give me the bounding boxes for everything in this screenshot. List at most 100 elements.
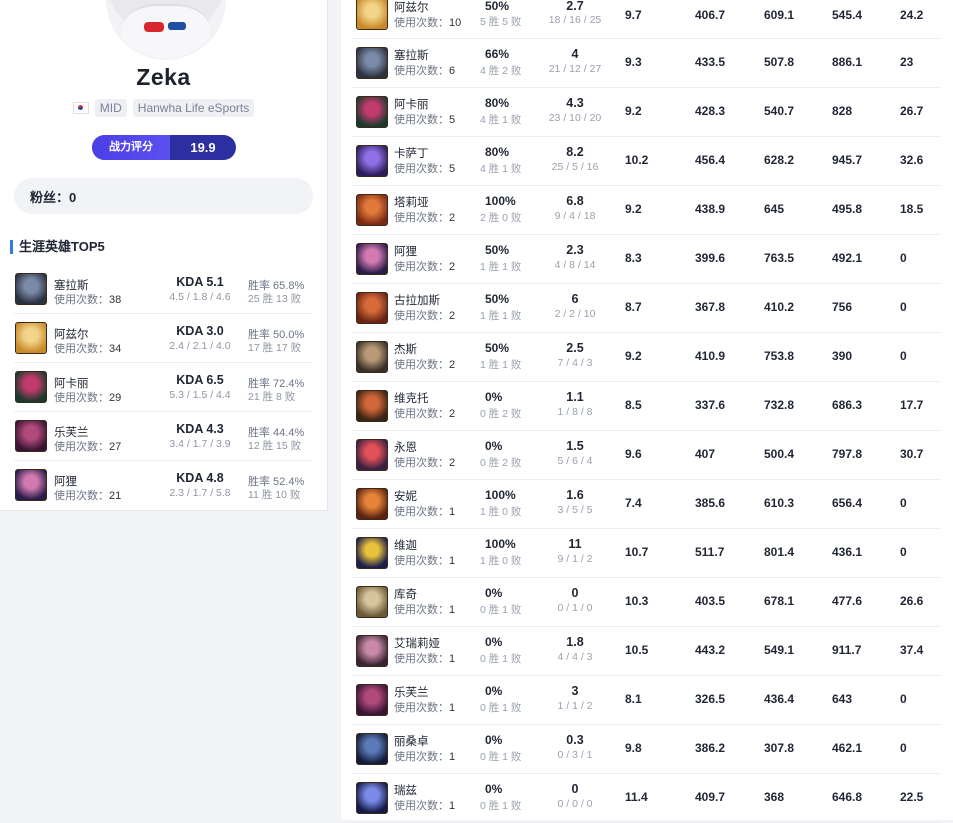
stat-col-1: 9.3 [625, 55, 642, 69]
ryze-icon[interactable] [356, 782, 388, 814]
ahri-icon[interactable] [356, 243, 388, 275]
table-row[interactable]: 乐芙兰 使用次数：1 0% 0 胜 1 败 3 1 / 1 / 2 8.1 326.5 436.… [351, 676, 941, 725]
sylas-icon[interactable] [356, 47, 388, 79]
hero-name[interactable]: 乐芙兰 [394, 684, 429, 700]
top5-row[interactable]: 阿卡丽 使用次数：29 KDA 6.5 5.3 / 1.5 / 4.4 胜率 72.4%… [14, 363, 312, 412]
hero-name[interactable]: 维克托 [394, 390, 429, 406]
kda-value: 1.1 [566, 390, 584, 404]
stat-col-5: 30.7 [900, 447, 924, 461]
table-row[interactable]: 维克托 使用次数：2 0% 0 胜 2 败 1.1 1 / 8 / 8 8.5 337.6 73… [351, 382, 941, 431]
hero-name[interactable]: 卡萨丁 [394, 145, 429, 161]
lissandra-icon[interactable] [356, 733, 388, 765]
azir-icon[interactable] [356, 0, 388, 30]
annie-icon[interactable] [356, 488, 388, 520]
top5-section-title: 生涯英雄TOP5 [10, 240, 105, 254]
usage-count: 使用次数：21 [54, 487, 121, 503]
jayce-icon[interactable] [356, 341, 388, 373]
stat-col-4: 886.1 [832, 55, 863, 69]
table-row[interactable]: 塞拉斯 使用次数：6 66% 4 胜 2 败 4 21 / 12 / 27 9.3 433.5… [351, 39, 941, 88]
hero-name[interactable]: 库奇 [394, 586, 417, 602]
hero-name[interactable]: 丽桑卓 [394, 733, 429, 749]
usage-count: 使用次数：2 [394, 356, 455, 372]
stat-col-2: 443.2 [695, 643, 726, 657]
usage-value: 1 [449, 702, 456, 714]
akali-icon[interactable] [356, 96, 388, 128]
top5-row[interactable]: 阿狸 使用次数：21 KDA 4.8 2.3 / 1.7 / 5.8 胜率 52.4% 1… [14, 461, 312, 509]
hero-name[interactable]: 瑞兹 [394, 782, 417, 798]
table-row[interactable]: 阿狸 使用次数：2 50% 1 胜 1 败 2.3 4 / 8 / 14 8.3 399.6 7… [351, 235, 941, 284]
ahri-icon[interactable] [15, 469, 47, 501]
table-row[interactable]: 安妮 使用次数：1 100% 1 胜 0 败 1.6 3 / 5 / 5 7.4 385.6 6… [351, 480, 941, 529]
hero-name[interactable]: 安妮 [394, 488, 417, 504]
fans-count: 粉丝：0 [14, 178, 313, 214]
stat-col-5: 0 [900, 545, 907, 559]
usage-value: 2 [449, 212, 456, 224]
azir-icon[interactable] [15, 322, 47, 354]
stat-col-2: 337.6 [695, 398, 726, 412]
usage-count: 使用次数：1 [394, 748, 455, 764]
viktor-icon[interactable] [356, 390, 388, 422]
usage-value: 6 [449, 65, 456, 77]
kda-detail: 7 / 4 / 3 [557, 357, 593, 369]
win-loss: 0 胜 2 败 [480, 408, 522, 420]
kda-detail: 9 / 4 / 18 [554, 210, 596, 222]
table-row[interactable]: 塔莉垭 使用次数：2 100% 2 胜 0 败 6.8 9 / 4 / 18 9.2 438.… [351, 186, 941, 235]
irelia-icon[interactable] [356, 635, 388, 667]
taliyah-icon[interactable] [356, 194, 388, 226]
stat-col-2: 409.7 [695, 790, 726, 804]
win-loss: 0 胜 2 败 [480, 457, 522, 469]
usage-label: 使用次数： [394, 653, 449, 665]
table-row[interactable]: 卡萨丁 使用次数：5 80% 4 胜 1 败 8.2 25 / 5 / 16 10.2 456… [351, 137, 941, 186]
table-row[interactable]: 艾瑞莉娅 使用次数：1 0% 0 胜 1 败 1.8 4 / 4 / 3 10.5 443.2… [351, 627, 941, 676]
stat-col-2: 367.8 [695, 300, 726, 314]
hero-name[interactable]: 阿卡丽 [394, 96, 429, 112]
stat-col-2: 438.9 [695, 202, 726, 216]
yone-icon[interactable] [356, 439, 388, 471]
table-row[interactable]: 阿卡丽 使用次数：5 80% 4 胜 1 败 4.3 23 / 10 / 20 9.2 428… [351, 88, 941, 137]
stat-col-5: 32.6 [900, 153, 924, 167]
table-row[interactable]: 阿兹尔 使用次数：10 50% 5 胜 5 败 2.7 18 / 16 / 25 9.7 40… [351, 0, 941, 39]
stat-col-5: 24.2 [900, 8, 924, 22]
team-tag[interactable]: Hanwha Life eSports [132, 99, 255, 117]
stat-col-2: 406.7 [695, 8, 726, 22]
win-loss: 25 胜 13 败 [248, 293, 302, 305]
hero-name[interactable]: 永恩 [394, 439, 417, 455]
usage-value: 2 [449, 261, 456, 273]
win-rate: 100% [485, 537, 516, 551]
table-row[interactable]: 维迦 使用次数：1 100% 1 胜 0 败 11 9 / 1 / 2 10.7 511.7 8… [351, 529, 941, 578]
leblanc-icon[interactable] [356, 684, 388, 716]
win-rate: 50% [485, 0, 510, 13]
usage-count: 使用次数：29 [54, 389, 121, 405]
top5-row[interactable]: 阿兹尔 使用次数：34 KDA 3.0 2.4 / 2.1 / 4.0 胜率 50.0%… [14, 314, 312, 363]
hero-name[interactable]: 阿狸 [394, 243, 417, 259]
table-row[interactable]: 丽桑卓 使用次数：1 0% 0 胜 1 败 0.3 0 / 3 / 1 9.8 386.2 30… [351, 725, 941, 774]
table-row[interactable]: 杰斯 使用次数：2 50% 1 胜 1 败 2.5 7 / 4 / 3 9.2 410.9 75… [351, 333, 941, 382]
table-row[interactable]: 库奇 使用次数：1 0% 0 胜 1 败 0 0 / 1 / 0 10.3 403.5 678.… [351, 578, 941, 627]
win-loss: 0 胜 1 败 [480, 653, 522, 665]
hero-name[interactable]: 古拉加斯 [394, 292, 440, 308]
table-row[interactable]: 永恩 使用次数：2 0% 0 胜 2 败 1.5 5 / 6 / 4 9.6 407 500.4… [351, 431, 941, 480]
akali-icon[interactable] [15, 371, 47, 403]
top5-row[interactable]: 乐芙兰 使用次数：27 KDA 4.3 3.4 / 1.7 / 3.9 胜率 44.4%… [14, 412, 312, 461]
kassadin-icon[interactable] [356, 145, 388, 177]
corki-icon[interactable] [356, 586, 388, 618]
stat-col-5: 22.5 [900, 790, 924, 804]
hero-name[interactable]: 艾瑞莉娅 [394, 635, 440, 651]
kda-value: 0 [571, 782, 579, 796]
hero-name[interactable]: 阿兹尔 [394, 0, 429, 15]
sylas-icon[interactable] [15, 273, 47, 305]
player-name: Zeka [136, 64, 191, 90]
leblanc-icon[interactable] [15, 420, 47, 452]
gragas-icon[interactable] [356, 292, 388, 324]
top5-row[interactable]: 塞拉斯 使用次数：38 KDA 5.1 4.5 / 1.8 / 4.6 胜率 65.8%… [14, 265, 312, 314]
table-row[interactable]: 瑞兹 使用次数：1 0% 0 胜 1 败 0 0 / 0 / 0 11.4 409.7 368 6… [351, 774, 941, 823]
hero-name[interactable]: 塔莉垭 [394, 194, 429, 210]
table-row[interactable]: 古拉加斯 使用次数：2 50% 1 胜 1 败 6 2 / 2 / 10 8.7 367.8 4… [351, 284, 941, 333]
usage-label: 使用次数： [394, 261, 449, 273]
hero-name[interactable]: 杰斯 [394, 341, 417, 357]
stat-col-2: 407 [695, 447, 716, 461]
veigar-icon[interactable] [356, 537, 388, 569]
usage-label: 使用次数： [394, 457, 449, 469]
hero-name[interactable]: 维迦 [394, 537, 417, 553]
hero-name[interactable]: 塞拉斯 [394, 47, 429, 63]
